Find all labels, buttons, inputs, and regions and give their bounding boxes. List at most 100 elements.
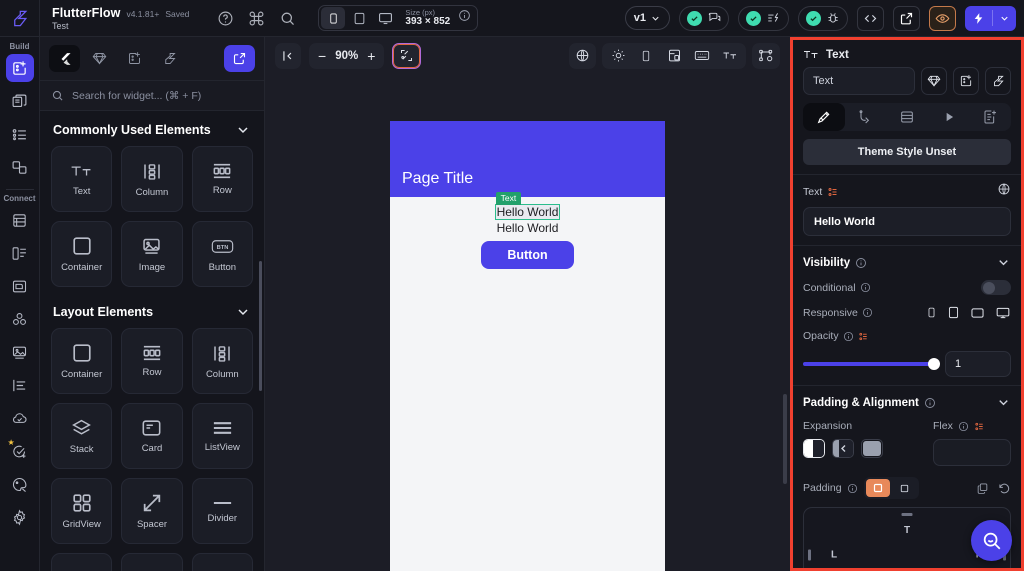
version-selector[interactable]: v1 bbox=[624, 6, 670, 30]
opacity-value-input[interactable]: 1 bbox=[945, 351, 1011, 377]
widget-card-carousel[interactable] bbox=[191, 553, 253, 571]
sidebar-item-deploy[interactable] bbox=[6, 404, 34, 432]
sidebar-item-app-state[interactable] bbox=[6, 239, 34, 267]
variable-icon[interactable] bbox=[974, 421, 985, 432]
sidebar-item-database[interactable] bbox=[6, 206, 34, 234]
sidebar-item-storage[interactable] bbox=[6, 272, 34, 300]
info-icon[interactable] bbox=[958, 421, 969, 432]
widget-card-image[interactable]: Image bbox=[121, 221, 183, 287]
info-icon[interactable] bbox=[862, 307, 873, 318]
widget-card-column[interactable]: Column bbox=[121, 146, 183, 212]
sidebar-item-theme[interactable] bbox=[6, 470, 34, 498]
zoom-in-button[interactable]: + bbox=[367, 48, 375, 64]
mobile-icon[interactable] bbox=[926, 305, 937, 320]
text-widget-selected[interactable]: Hello World bbox=[494, 204, 561, 220]
device-preview[interactable]: Page Title Text Hello World Hello World … bbox=[390, 121, 665, 571]
info-icon[interactable] bbox=[843, 331, 854, 342]
widget-card-text[interactable]: Text bbox=[51, 146, 113, 212]
selected-text-widget[interactable]: Text Hello World bbox=[494, 192, 561, 220]
tablet-portrait-icon[interactable] bbox=[947, 305, 960, 320]
search-fab[interactable] bbox=[971, 520, 1012, 561]
padding-left-label[interactable]: L bbox=[831, 550, 837, 561]
brightness-button[interactable] bbox=[605, 43, 631, 69]
widget-card-container[interactable]: Container bbox=[51, 328, 113, 394]
expansion-expanded-button[interactable] bbox=[861, 439, 883, 458]
widget-card-button[interactable]: BTN Button bbox=[191, 221, 253, 287]
share-button[interactable] bbox=[893, 5, 920, 31]
opacity-slider[interactable] bbox=[803, 358, 940, 370]
comments-status-pill[interactable] bbox=[679, 5, 729, 31]
variable-icon[interactable] bbox=[827, 186, 839, 198]
widget-card-spacer[interactable]: Spacer bbox=[121, 478, 183, 544]
widget-search-field[interactable]: Search for widget... (⌘ + F) bbox=[40, 80, 264, 111]
reset-icon[interactable] bbox=[998, 482, 1011, 495]
widget-name-field[interactable]: Text bbox=[803, 67, 915, 95]
desktop-icon[interactable] bbox=[995, 306, 1011, 320]
add-widget-button[interactable] bbox=[953, 67, 979, 95]
button-widget[interactable]: Button bbox=[481, 241, 574, 269]
text-widget[interactable]: Hello World bbox=[497, 221, 559, 235]
widget-card-page-view[interactable] bbox=[121, 553, 183, 571]
app-bar[interactable]: Page Title bbox=[390, 121, 665, 197]
collapse-panel-button[interactable] bbox=[275, 42, 301, 69]
section-header-commonly-used[interactable]: Commonly Used Elements bbox=[40, 111, 264, 146]
device-phone-button[interactable] bbox=[321, 7, 346, 29]
device-desktop-button[interactable] bbox=[373, 7, 397, 29]
padding-handle-top[interactable] bbox=[901, 513, 913, 516]
visibility-header[interactable]: Visibility bbox=[803, 255, 1011, 270]
padding-alignment-header[interactable]: Padding & Alignment bbox=[803, 395, 1011, 410]
widget-card-card[interactable]: Card bbox=[121, 403, 183, 469]
sidebar-item-widget-tree[interactable] bbox=[6, 120, 34, 148]
sidebar-item-pages[interactable] bbox=[6, 87, 34, 115]
language-button[interactable] bbox=[569, 42, 596, 69]
widget-card-container[interactable]: Container bbox=[51, 221, 113, 287]
run-button[interactable] bbox=[965, 5, 1016, 31]
properties-scroll[interactable]: Text Text Theme Style Unset Text Hello W… bbox=[793, 40, 1021, 568]
sidebar-item-widget-palette[interactable] bbox=[5, 54, 34, 82]
theme-style-button[interactable]: Theme Style Unset bbox=[803, 139, 1011, 165]
widget-settings-button[interactable] bbox=[752, 42, 780, 69]
tab-documents[interactable] bbox=[969, 103, 1011, 131]
gem-button[interactable] bbox=[921, 67, 947, 95]
info-icon[interactable] bbox=[847, 483, 858, 494]
sidebar-item-tests[interactable]: ★ bbox=[6, 437, 34, 465]
tab-animations[interactable] bbox=[928, 103, 970, 131]
copy-icon[interactable] bbox=[976, 482, 989, 495]
chevron-down-icon[interactable] bbox=[996, 255, 1011, 270]
palette-tab-flutterflow[interactable] bbox=[154, 45, 185, 72]
flutterflow-logo[interactable] bbox=[0, 0, 40, 37]
widget-card-stack[interactable]: Stack bbox=[51, 403, 113, 469]
palette-scrollbar[interactable] bbox=[259, 261, 262, 391]
chevron-down-icon[interactable] bbox=[996, 395, 1011, 410]
sidebar-item-settings[interactable] bbox=[6, 503, 34, 531]
widget-card-vertical-divider[interactable] bbox=[51, 553, 113, 571]
info-icon[interactable] bbox=[458, 9, 471, 27]
keyboard-button[interactable] bbox=[689, 43, 715, 69]
padding-all-sides-option[interactable] bbox=[865, 479, 890, 497]
widget-card-column[interactable]: Column bbox=[191, 328, 253, 394]
palette-scroll-area[interactable]: Commonly Used Elements Text Column Row C… bbox=[40, 111, 264, 571]
palette-tab-gems[interactable] bbox=[84, 45, 115, 72]
sidebar-item-components[interactable] bbox=[6, 153, 34, 181]
widget-card-divider[interactable]: Divider bbox=[191, 478, 253, 544]
zoom-out-button[interactable]: − bbox=[318, 48, 326, 64]
expand-palette-button[interactable] bbox=[224, 45, 255, 72]
canvas-area[interactable]: Page Title Text Hello World Hello World … bbox=[265, 74, 790, 571]
expansion-flexible-button[interactable] bbox=[832, 439, 854, 458]
sidebar-item-integrations[interactable] bbox=[6, 305, 34, 333]
expansion-none-button[interactable] bbox=[803, 439, 825, 458]
palette-tab-add-widget[interactable] bbox=[119, 45, 150, 72]
padding-top-label[interactable]: T bbox=[904, 525, 910, 536]
variable-icon[interactable] bbox=[858, 331, 869, 342]
fit-to-screen-button[interactable] bbox=[392, 42, 422, 69]
search-icon[interactable] bbox=[279, 10, 296, 27]
conditional-toggle[interactable] bbox=[981, 280, 1011, 295]
widget-card-gridview[interactable]: GridView bbox=[51, 478, 113, 544]
info-icon[interactable] bbox=[924, 397, 936, 409]
padding-individual-option[interactable] bbox=[893, 479, 917, 497]
preview-button[interactable] bbox=[929, 5, 956, 31]
tab-backend[interactable] bbox=[886, 103, 928, 131]
text-value-input[interactable]: Hello World bbox=[803, 207, 1011, 236]
issues-status-pill[interactable] bbox=[798, 5, 848, 31]
performance-status-pill[interactable] bbox=[738, 5, 789, 31]
